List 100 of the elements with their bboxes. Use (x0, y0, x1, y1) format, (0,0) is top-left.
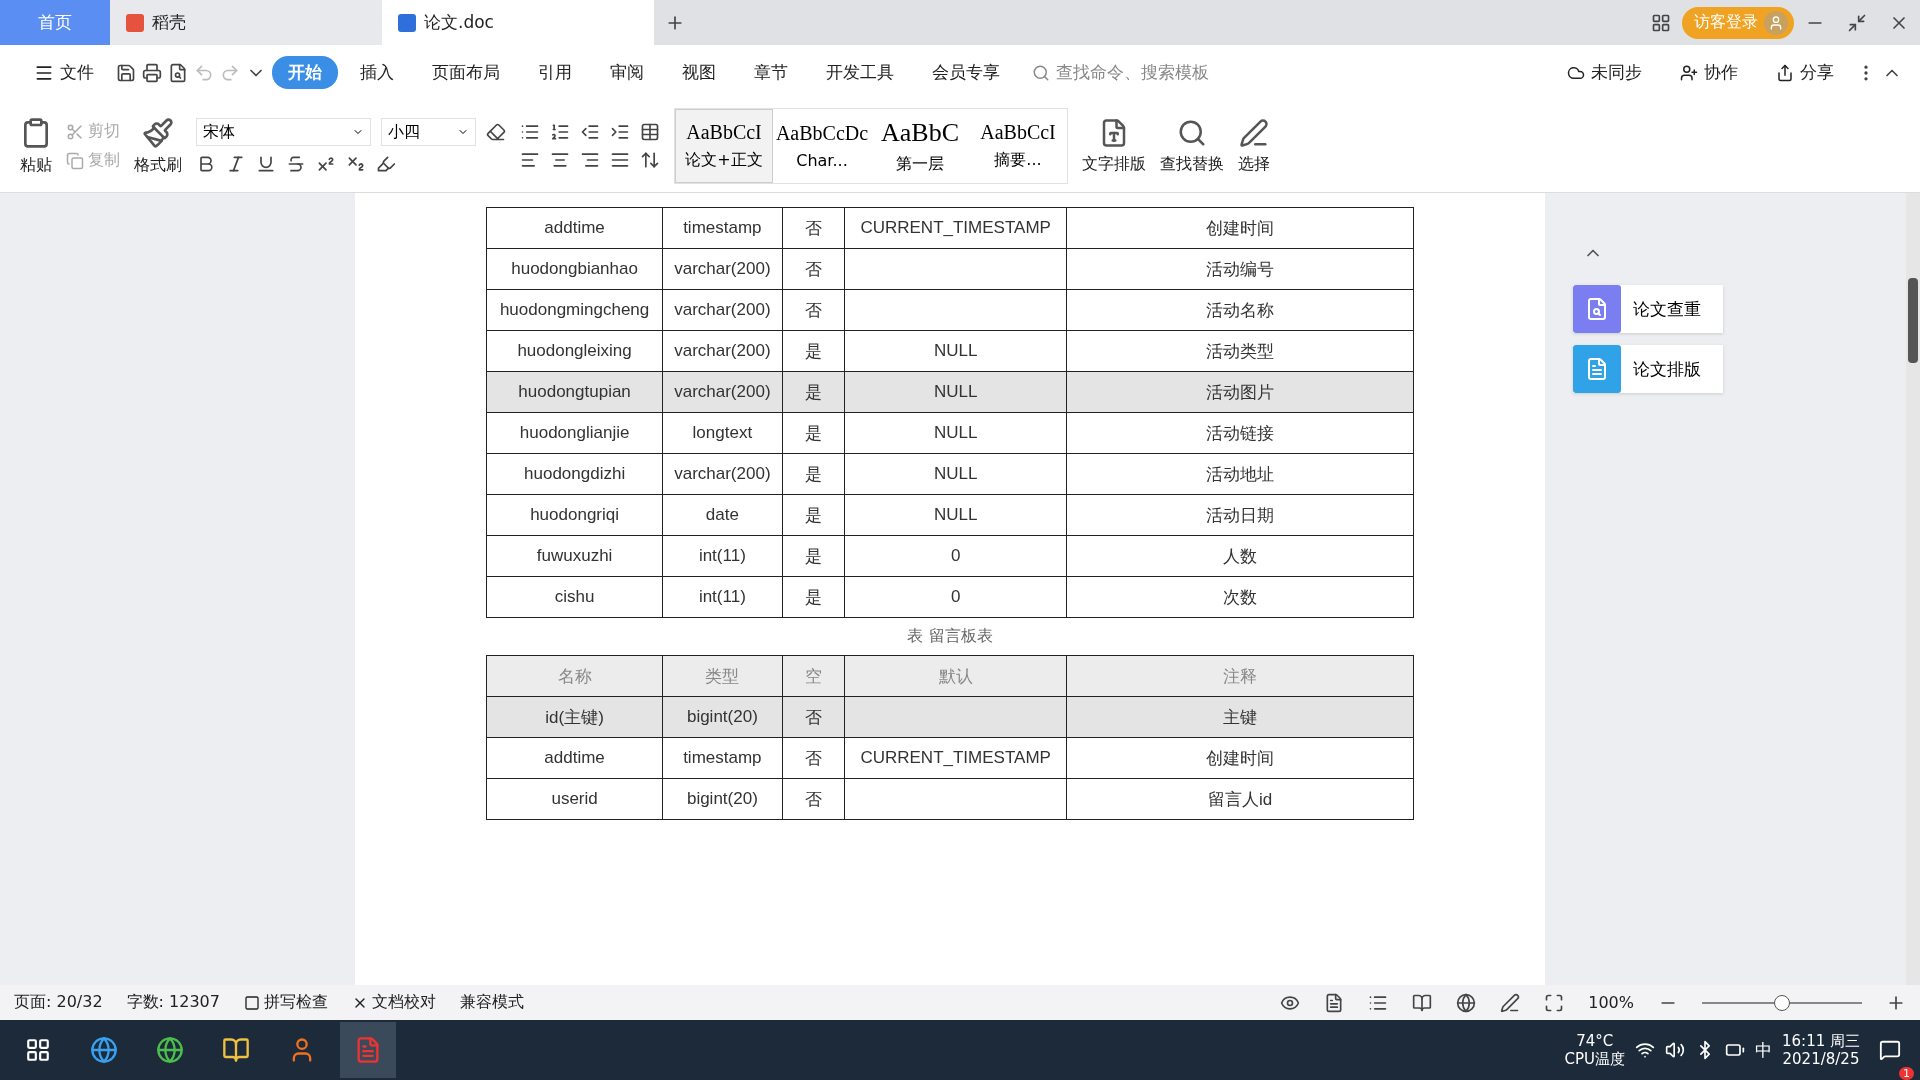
wifi-icon[interactable] (1635, 1040, 1655, 1060)
web-icon[interactable] (1456, 992, 1477, 1013)
print-icon[interactable] (142, 62, 162, 83)
table-cell: varchar(200) (662, 289, 783, 331)
table-caption: 表 留言板表 (907, 626, 993, 647)
preview-icon[interactable] (168, 62, 188, 83)
table-cell: varchar(200) (662, 371, 783, 413)
align-center-icon[interactable] (550, 150, 570, 170)
message-icon (1879, 1039, 1901, 1061)
spell-check-button[interactable]: 拼写检查 (243, 992, 328, 1013)
word-count: 字数: 12307 (126, 992, 220, 1013)
superscript-icon[interactable] (316, 154, 336, 174)
table-cell: CURRENT_TIMESTAMP (844, 737, 1067, 779)
pen-icon[interactable] (1500, 992, 1521, 1013)
table-cell: 活动地址 (1066, 453, 1414, 495)
subscript-icon[interactable] (346, 154, 366, 174)
page-count: 页面: 20/32 (14, 992, 103, 1013)
toolbar-link[interactable]: 未同步 (1551, 56, 1658, 89)
menu-tab[interactable]: 视图 (666, 56, 732, 89)
table-icon[interactable] (640, 122, 660, 142)
menu-tab[interactable]: 插入 (344, 56, 410, 89)
menu-tab[interactable]: 审阅 (594, 56, 660, 89)
menu-tab[interactable]: 会员专享 (916, 56, 1016, 89)
italic-icon[interactable] (226, 154, 246, 174)
menu-tab[interactable]: 章节 (738, 56, 804, 89)
restore-icon[interactable] (1847, 12, 1867, 33)
input-method[interactable]: 中 (1755, 1038, 1772, 1062)
outdent-icon[interactable] (580, 122, 600, 142)
table-cell: 人数 (1066, 535, 1414, 577)
table-cell: 否 (782, 248, 845, 290)
compat-mode: 兼容模式 (459, 992, 524, 1013)
size-select[interactable]: 小四 (381, 118, 476, 146)
ribbon-tool-button[interactable]: 选择 (1238, 117, 1270, 175)
table-cell: 否 (782, 289, 845, 331)
table-cell: 活动链接 (1066, 412, 1414, 454)
strikethrough-icon[interactable] (286, 154, 306, 174)
ribbon-tool-button[interactable]: 查找替换 (1160, 117, 1224, 175)
underline-icon[interactable] (256, 154, 276, 174)
table-cell: huodongbianhao (486, 248, 663, 290)
file-menu[interactable]: 文件 (18, 56, 110, 89)
reading-icon[interactable] (1412, 992, 1433, 1013)
add-user-icon (1680, 63, 1698, 82)
scrollbar[interactable] (1906, 193, 1920, 985)
highlighter-icon[interactable] (376, 154, 396, 174)
table-cell: userid (486, 778, 663, 820)
document-tab[interactable]: 稻壳 (110, 0, 382, 45)
line-spacing-icon[interactable] (640, 150, 660, 170)
column-header: 默认 (844, 655, 1067, 697)
paste-button[interactable]: 粘贴 (20, 116, 52, 176)
numbered-list-icon[interactable] (550, 122, 570, 142)
toolbar-link[interactable]: 分享 (1760, 56, 1850, 89)
indent-icon[interactable] (610, 122, 630, 142)
ribbon-tool-button[interactable]: 文字排版 (1082, 117, 1146, 175)
clock[interactable]: 16:11 周三 2021/8/25 (1782, 1032, 1860, 1068)
table-cell: longtext (662, 412, 783, 454)
document-search-icon (1585, 297, 1609, 321)
menu-tab[interactable]: 开发工具 (810, 56, 910, 89)
table-cell: 是 (782, 494, 845, 536)
bullet-list-icon[interactable] (520, 122, 540, 142)
table-cell: CURRENT_TIMESTAMP (844, 207, 1067, 249)
justify-icon[interactable] (610, 150, 630, 170)
table-cell: 否 (782, 737, 845, 779)
eraser-icon[interactable] (486, 122, 506, 142)
style-preset[interactable]: AaBbCcI 论文+正文 (675, 109, 773, 183)
page-view-icon[interactable] (1324, 992, 1345, 1013)
copy-icon (66, 151, 84, 170)
column-header: 空 (782, 655, 845, 697)
menu-tab[interactable]: 页面布局 (416, 56, 516, 89)
table-cell: 否 (782, 696, 845, 738)
fit-icon[interactable] (1544, 992, 1565, 1013)
align-right-icon[interactable] (580, 150, 600, 170)
table-cell: 是 (782, 330, 845, 372)
command-search[interactable]: 查找命令、搜索模板 (1032, 61, 1209, 84)
table-cell: 活动类型 (1066, 330, 1414, 372)
volume-icon[interactable] (1665, 1040, 1685, 1060)
table-cell: 活动日期 (1066, 494, 1414, 536)
proofread-button[interactable]: 文档校对 (351, 992, 436, 1013)
cpu-temperature: 74°C CPU温度 (1564, 1032, 1625, 1068)
table-cell: int(11) (662, 576, 783, 618)
table-cell: bigint(20) (662, 778, 783, 820)
avatar-icon (1764, 10, 1788, 35)
side-panel-button[interactable]: 论文查重 (1573, 285, 1723, 333)
column-header: 注释 (1066, 655, 1414, 697)
font-select[interactable]: 宋体 (196, 118, 371, 146)
format-painter-button[interactable]: 格式刷 (134, 116, 182, 176)
table-cell: 0 (844, 535, 1067, 577)
table-cell: 是 (782, 412, 845, 454)
save-icon[interactable] (116, 62, 136, 83)
table-cell: 次数 (1066, 576, 1414, 618)
document-tab[interactable]: 论文.doc (382, 0, 654, 45)
align-left-icon[interactable] (520, 150, 540, 170)
zoom-level[interactable]: 100% (1588, 993, 1634, 1012)
table-cell: 是 (782, 535, 845, 577)
side-panel-button[interactable]: 论文排版 (1573, 345, 1723, 393)
menu-tab[interactable]: 引用 (522, 56, 588, 89)
layout-icon[interactable] (1651, 12, 1671, 33)
toolbar-link[interactable]: 协作 (1664, 56, 1754, 89)
table-cell: huodongtupian (486, 371, 663, 413)
table-cell: NULL (844, 453, 1067, 495)
zoom-thumb[interactable] (1774, 994, 1790, 1011)
